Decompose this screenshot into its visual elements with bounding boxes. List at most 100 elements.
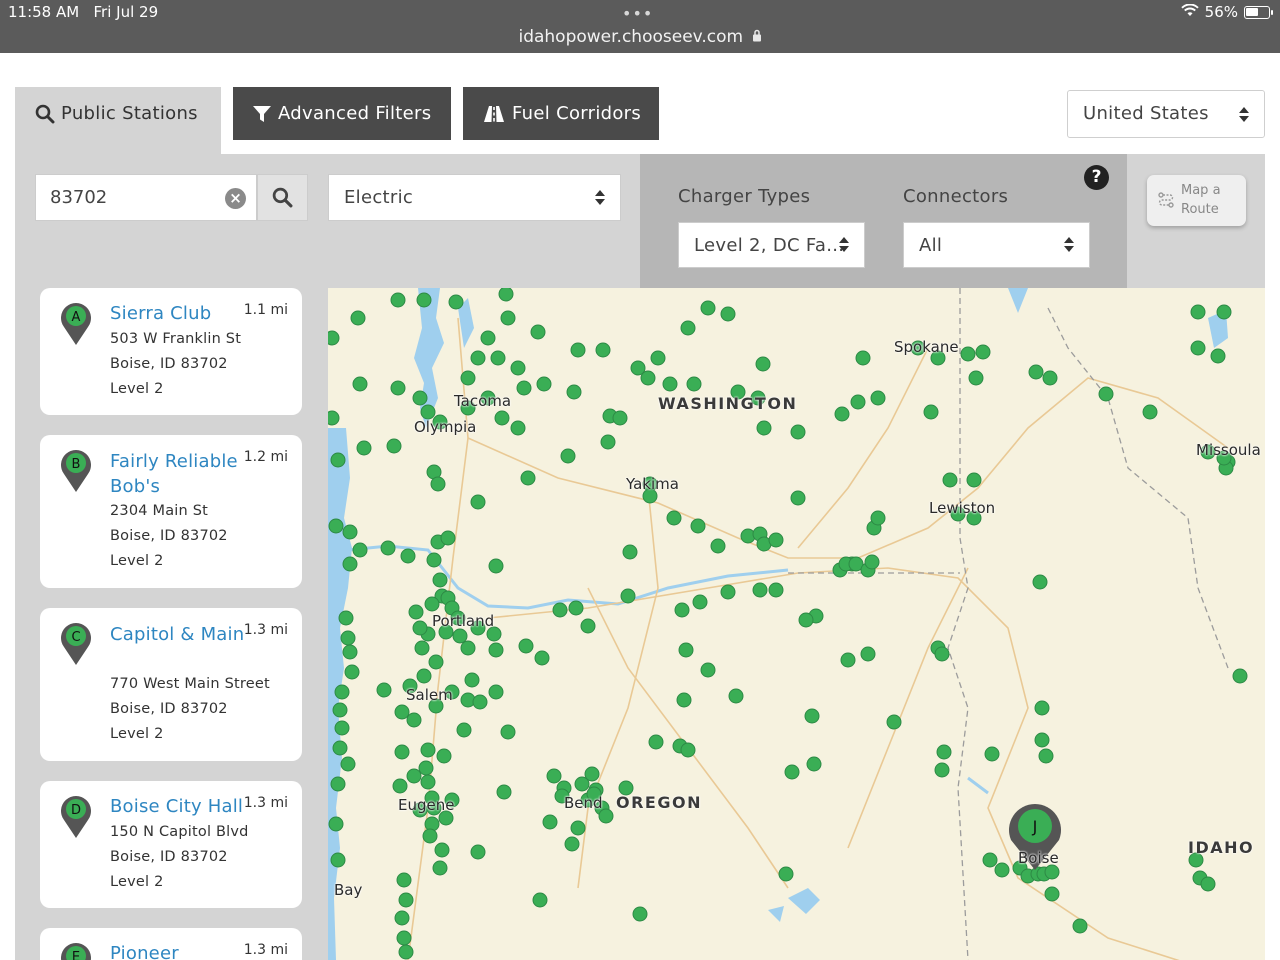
station-marker[interactable]	[396, 872, 412, 888]
station-marker[interactable]	[350, 310, 366, 326]
station-name-link[interactable]: Pioneer	[110, 941, 245, 960]
station-marker[interactable]	[790, 490, 806, 506]
station-marker[interactable]	[334, 684, 350, 700]
charger-types-select[interactable]: Level 2, DC Fa...	[678, 222, 865, 268]
connectors-select[interactable]: All	[903, 222, 1090, 268]
station-marker[interactable]	[886, 714, 902, 730]
station-marker[interactable]	[806, 756, 822, 772]
station-marker[interactable]	[984, 746, 1000, 762]
station-marker[interactable]	[518, 638, 534, 654]
station-marker[interactable]	[1028, 364, 1044, 380]
station-marker[interactable]	[412, 620, 428, 636]
station-marker[interactable]	[328, 330, 340, 346]
station-marker[interactable]	[498, 288, 514, 302]
station-marker[interactable]	[510, 420, 526, 436]
station-marker[interactable]	[870, 510, 886, 526]
station-name-link[interactable]: Boise City Hall	[110, 794, 260, 819]
station-marker[interactable]	[1042, 370, 1058, 386]
station-marker[interactable]	[666, 510, 682, 526]
station-marker[interactable]	[1190, 340, 1206, 356]
station-marker[interactable]	[408, 604, 424, 620]
station-marker[interactable]	[546, 768, 562, 784]
station-marker[interactable]	[568, 600, 584, 616]
station-marker[interactable]	[934, 646, 950, 662]
station-marker[interactable]	[678, 642, 694, 658]
station-marker[interactable]	[650, 350, 666, 366]
station-marker[interactable]	[1032, 574, 1048, 590]
station-marker[interactable]	[542, 814, 558, 830]
station-marker[interactable]	[968, 370, 984, 386]
station-marker[interactable]	[430, 476, 446, 492]
station-marker[interactable]	[850, 394, 866, 410]
station-marker[interactable]	[330, 852, 346, 868]
station-marker[interactable]	[398, 892, 414, 908]
station-marker[interactable]	[923, 404, 939, 420]
station-marker[interactable]	[530, 324, 546, 340]
station-marker[interactable]	[420, 742, 436, 758]
station-marker[interactable]	[680, 320, 696, 336]
station-marker[interactable]	[1142, 404, 1158, 420]
station-marker[interactable]	[452, 628, 468, 644]
search-button[interactable]	[257, 174, 308, 221]
station-marker[interactable]	[975, 344, 991, 360]
station-marker[interactable]	[622, 544, 638, 560]
clear-icon[interactable]: ×	[225, 188, 246, 209]
station-marker[interactable]	[870, 390, 886, 406]
station-marker[interactable]	[520, 470, 536, 486]
station-marker[interactable]	[416, 292, 432, 308]
map-a-route-button[interactable]: Map a Route	[1147, 175, 1246, 226]
station-marker[interactable]	[534, 650, 550, 666]
station-marker[interactable]	[790, 424, 806, 440]
station-marker[interactable]	[394, 744, 410, 760]
station-marker[interactable]	[752, 582, 768, 598]
station-marker[interactable]	[396, 930, 412, 946]
station-marker[interactable]	[332, 740, 348, 756]
station-marker[interactable]	[860, 646, 876, 662]
station-marker[interactable]	[328, 518, 344, 534]
station-marker[interactable]	[356, 440, 372, 456]
station-marker[interactable]	[340, 756, 356, 772]
station-marker[interactable]	[436, 748, 452, 764]
station-marker[interactable]	[1038, 748, 1054, 764]
station-marker[interactable]	[328, 816, 344, 832]
station-marker[interactable]	[600, 434, 616, 450]
station-marker[interactable]	[334, 720, 350, 736]
station-marker[interactable]	[994, 862, 1010, 878]
station-marker[interactable]	[380, 540, 396, 556]
station-marker[interactable]	[1034, 700, 1050, 716]
station-marker[interactable]	[612, 410, 628, 426]
station-marker[interactable]	[584, 766, 600, 782]
station-marker[interactable]	[472, 694, 488, 710]
station-marker[interactable]	[564, 836, 580, 852]
station-card[interactable]: D Boise City Hall 1.3 mi 150 N Capitol B…	[40, 781, 302, 908]
station-marker[interactable]	[460, 640, 476, 656]
station-marker[interactable]	[460, 370, 476, 386]
station-marker[interactable]	[570, 342, 586, 358]
station-marker[interactable]	[640, 370, 656, 386]
station-marker[interactable]	[756, 420, 772, 436]
station-map[interactable]: J Spokane WASHINGTON Tacoma Olympia Yaki…	[328, 288, 1265, 960]
station-marker[interactable]	[768, 582, 784, 598]
station-marker[interactable]	[418, 760, 434, 776]
station-marker[interactable]	[470, 844, 486, 860]
station-marker[interactable]	[440, 530, 456, 546]
station-marker[interactable]	[432, 572, 448, 588]
station-marker[interactable]	[342, 556, 358, 572]
station-marker[interactable]	[1098, 386, 1114, 402]
station-marker[interactable]	[728, 688, 744, 704]
station-marker[interactable]	[936, 744, 952, 760]
station-marker[interactable]	[490, 350, 506, 366]
station-marker[interactable]	[1210, 348, 1226, 364]
station-marker[interactable]	[470, 350, 486, 366]
station-marker[interactable]	[710, 538, 726, 554]
station-marker[interactable]	[352, 376, 368, 392]
station-marker[interactable]	[332, 702, 348, 718]
fuel-type-select[interactable]: Electric	[328, 174, 621, 221]
station-marker[interactable]	[595, 342, 611, 358]
station-marker[interactable]	[330, 776, 346, 792]
station-marker[interactable]	[934, 762, 950, 778]
station-marker[interactable]	[834, 406, 850, 422]
station-card[interactable]: B Fairly Reliable Bob's 1.2 mi 2304 Main…	[40, 435, 302, 588]
station-marker[interactable]	[720, 584, 736, 600]
station-card[interactable]: E Pioneer 1.3 mi	[40, 928, 302, 960]
